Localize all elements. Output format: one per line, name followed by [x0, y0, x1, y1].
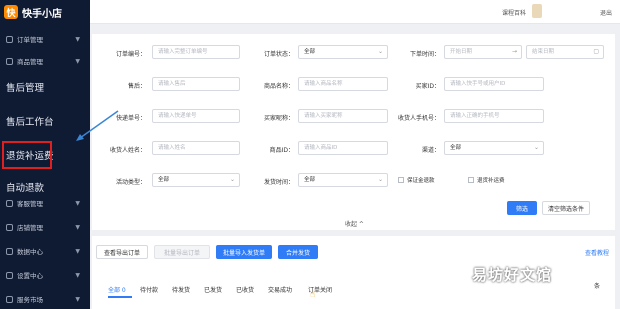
partial-text: 条 [594, 283, 601, 290]
watermark: 易坊好文馆 [472, 266, 553, 284]
annotation-arrow [76, 110, 119, 141]
